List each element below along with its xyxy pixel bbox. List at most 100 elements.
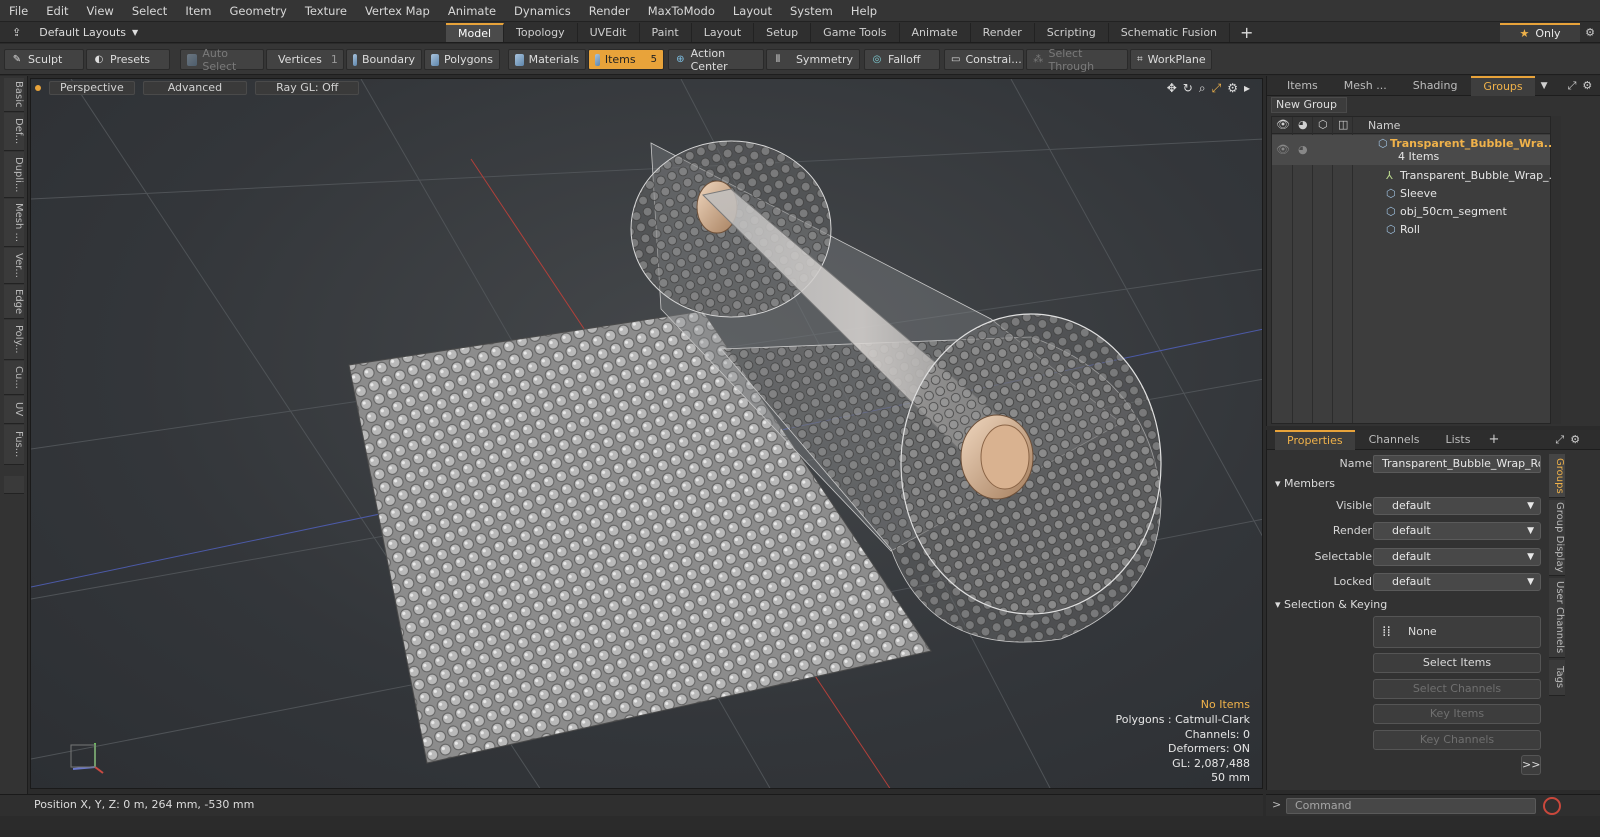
locked-dropdown[interactable]: default ▼ — [1373, 573, 1541, 591]
tab-lists[interactable]: Lists — [1434, 430, 1483, 450]
viewport-scene[interactable] — [31, 79, 1263, 789]
menu-texture[interactable]: Texture — [296, 0, 356, 22]
left-tab-vertex[interactable]: Ver... — [4, 248, 24, 284]
menu-layout[interactable]: Layout — [724, 0, 781, 22]
tree-item-row[interactable]: ⬡ Roll — [1272, 221, 1550, 239]
left-tab-duplicate[interactable]: Dupli... — [4, 152, 24, 198]
menu-edit[interactable]: Edit — [37, 0, 77, 22]
tree-group-row[interactable]: 👁 ◕ ⬡ Transparent_Bubble_Wra... 4 Items — [1272, 135, 1556, 165]
menu-system[interactable]: System — [781, 0, 842, 22]
action-center-button[interactable]: ⊕ Action Center — [668, 47, 764, 73]
menu-dynamics[interactable]: Dynamics — [505, 0, 580, 22]
symmetry-button[interactable]: ⫴ Symmetry — [766, 49, 860, 70]
pan-icon[interactable]: ✥ — [1167, 81, 1177, 96]
workplane-button[interactable]: ⌗ WorkPlane — [1130, 49, 1212, 70]
auto-select-button[interactable]: Auto Select — [180, 47, 264, 73]
render-dropdown[interactable]: default ▼ — [1373, 522, 1541, 540]
visible-dropdown[interactable]: default ▼ — [1373, 497, 1541, 515]
panel-expand-icon[interactable]: ⤢ — [1568, 79, 1577, 93]
presets-button[interactable]: ◐ Presets — [86, 49, 170, 70]
left-tab-fusion[interactable]: Fus... — [4, 425, 24, 465]
new-group-button[interactable]: New Group — [1271, 97, 1347, 113]
tab-setup[interactable]: Setup — [754, 23, 812, 42]
tab-scripting[interactable]: Scripting — [1035, 23, 1109, 42]
menu-vertex-map[interactable]: Vertex Map — [356, 0, 439, 22]
menu-geometry[interactable]: Geometry — [221, 0, 296, 22]
menu-render[interactable]: Render — [580, 0, 639, 22]
advanced-button[interactable]: Advanced — [142, 81, 248, 95]
add-tab-plus-icon[interactable]: + — [1488, 432, 1499, 447]
select-channels-button[interactable]: Select Channels — [1373, 679, 1541, 699]
panel-gear-icon[interactable]: ⚙ — [1582, 79, 1592, 92]
select-through-button[interactable]: ⁂ Select Through — [1026, 47, 1128, 73]
left-tab-polygon[interactable]: Poly... — [4, 320, 24, 360]
command-input[interactable]: Command — [1286, 798, 1536, 814]
left-tab-basic[interactable]: Basic — [4, 78, 24, 112]
menu-select[interactable]: Select — [123, 0, 176, 22]
more-button[interactable]: >> — [1521, 755, 1541, 775]
tab-uvedit[interactable]: UVEdit — [578, 23, 640, 42]
tab-shading[interactable]: Shading — [1401, 76, 1470, 96]
tab-animate[interactable]: Animate — [900, 23, 971, 42]
left-tab-edge[interactable]: Edge — [4, 285, 24, 319]
tab-layout[interactable]: Layout — [692, 23, 755, 42]
side-tab-tags[interactable]: Tags — [1549, 660, 1565, 696]
selectable-dropdown[interactable]: default ▼ — [1373, 548, 1541, 566]
panel-expand-icon[interactable]: ⤢ — [1555, 433, 1564, 447]
falloff-button[interactable]: ◎ Falloff — [864, 49, 940, 70]
left-tab-curve[interactable]: Cu... — [4, 361, 24, 395]
sculpt-button[interactable]: ✎ Sculpt — [4, 49, 84, 70]
left-strip-toggle[interactable] — [4, 476, 24, 494]
menu-view[interactable]: View — [78, 0, 123, 22]
menu-help[interactable]: Help — [842, 0, 886, 22]
gear-icon[interactable]: ⚙ — [1580, 23, 1600, 42]
vertices-button[interactable]: Vertices 1 — [266, 49, 344, 70]
tab-game-tools[interactable]: Game Tools — [811, 23, 900, 42]
3d-viewport[interactable]: Perspective Advanced Ray GL: Off ✥ ↻ ⌕ ⤢… — [30, 78, 1263, 789]
side-tab-user-channels[interactable]: User Channels — [1549, 578, 1565, 658]
tab-groups[interactable]: Groups — [1471, 75, 1535, 96]
selection-keying-section[interactable]: ▾ Selection & Keying — [1275, 598, 1387, 611]
only-toggle[interactable]: ★ Only — [1500, 23, 1580, 42]
key-channels-button[interactable]: Key Channels — [1373, 730, 1541, 750]
none-button[interactable]: ⁞⁞ None — [1373, 616, 1541, 648]
items-button[interactable]: Items 5 — [588, 49, 664, 70]
rotate-icon[interactable]: ↻ — [1183, 81, 1193, 96]
side-tab-group-display[interactable]: Group Display — [1549, 500, 1565, 576]
play-arrow-icon[interactable]: ▸ — [1244, 81, 1250, 96]
tab-render[interactable]: Render — [971, 23, 1035, 42]
groups-tree[interactable]: 👁 ◕ ⬡ ◫ Name 👁 ◕ ⬡ Transparent_Bubble_Wr… — [1271, 116, 1559, 424]
members-section[interactable]: ▾ Members — [1275, 477, 1335, 490]
viewport-gear-icon[interactable]: ⚙ — [1227, 81, 1238, 96]
constraints-button[interactable]: ▭ Constrai... — [944, 49, 1024, 70]
tree-item-row[interactable]: ⬡ Sleeve — [1272, 185, 1550, 203]
maximize-icon[interactable]: ⤢ — [1212, 81, 1222, 96]
select-items-button[interactable]: Select Items — [1373, 653, 1541, 673]
tab-paint[interactable]: Paint — [640, 23, 692, 42]
tree-scrollbar[interactable] — [1551, 116, 1561, 424]
tree-item-row[interactable]: ⅄ Transparent_Bubble_Wrap_... — [1272, 167, 1559, 185]
tree-item-row[interactable]: ⬡ obj_50cm_segment — [1272, 203, 1550, 221]
name-column-header[interactable]: Name — [1368, 119, 1400, 132]
tab-model[interactable]: Model — [446, 23, 505, 42]
raygl-button[interactable]: Ray GL: Off — [255, 81, 360, 95]
layouts-dropdown[interactable]: ⇪ Default Layouts ▼ — [12, 24, 138, 41]
menu-animate[interactable]: Animate — [439, 0, 505, 22]
menu-maxtomodo[interactable]: MaxToModo — [639, 0, 724, 22]
zoom-icon[interactable]: ⌕ — [1199, 81, 1206, 96]
perspective-button[interactable]: Perspective — [49, 81, 135, 95]
tab-topology[interactable]: Topology — [504, 23, 578, 42]
materials-button[interactable]: Materials — [508, 49, 586, 70]
tab-properties[interactable]: Properties — [1275, 429, 1355, 450]
key-items-button[interactable]: Key Items — [1373, 704, 1541, 724]
tab-schematic-fusion[interactable]: Schematic Fusion — [1109, 23, 1231, 42]
polygons-button[interactable]: Polygons — [424, 49, 500, 70]
tab-items[interactable]: Items — [1275, 76, 1330, 96]
group-render-icon[interactable]: ◕ — [1298, 141, 1308, 158]
tabs-dropdown-icon[interactable]: ▼ — [1541, 81, 1548, 91]
panel-gear-icon[interactable]: ⚙ — [1570, 433, 1580, 446]
tab-mesh[interactable]: Mesh ... — [1332, 76, 1399, 96]
group-visibility-icon[interactable]: 👁 — [1276, 141, 1290, 158]
tab-channels[interactable]: Channels — [1357, 430, 1432, 450]
name-field[interactable]: Transparent_Bubble_Wrap_Roll_f — [1373, 455, 1541, 473]
